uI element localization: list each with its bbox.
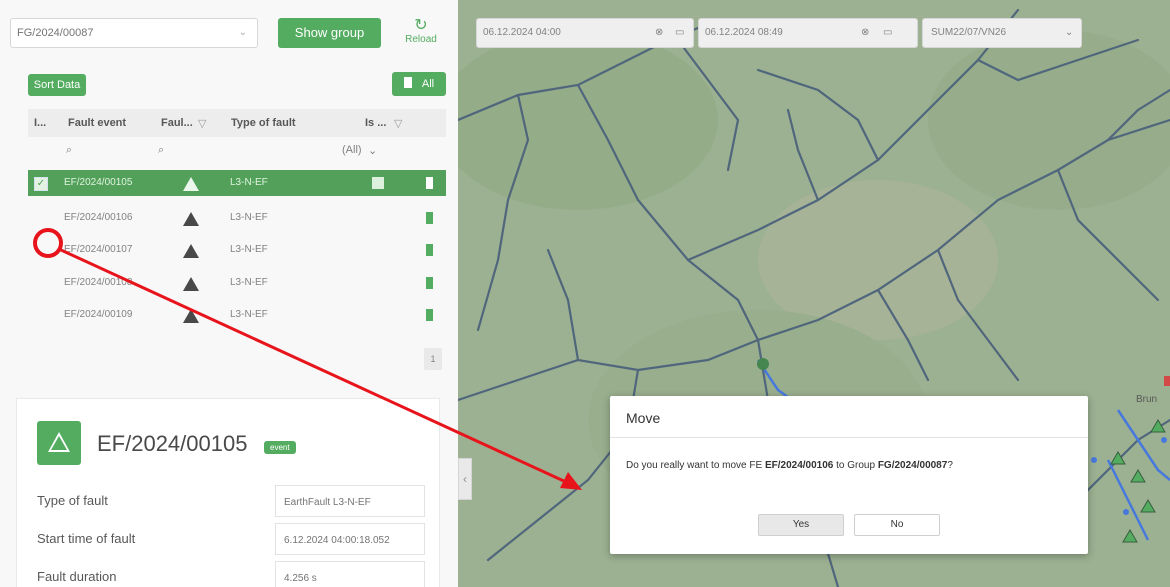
msg-post: ? [947, 460, 953, 471]
field-value: 4.256 s [275, 561, 425, 587]
collapse-panel-button[interactable]: ‹ [458, 458, 472, 500]
table-row[interactable]: ✓ EF/2024/00105 L3-N-EF [28, 170, 446, 196]
detail-title: EF/2024/00105 [97, 431, 248, 456]
warning-icon [183, 309, 199, 323]
column-header-type-of-fault[interactable]: Type of fault [231, 117, 296, 129]
fault-event-cell: EF/2024/00106 [64, 212, 133, 223]
feeder-select[interactable]: SUM22/07/VN26 ⌄ [922, 18, 1082, 48]
warning-icon [37, 421, 81, 465]
table-row[interactable]: EF/2024/00107 L3-N-EF [28, 237, 446, 263]
fault-event-cell: EF/2024/00109 [64, 309, 133, 320]
map-place-label: Brun [1136, 394, 1158, 405]
chevron-down-icon[interactable]: ⌄ [239, 27, 247, 38]
table-row[interactable]: EF/2024/00108 L3-N-EF [28, 270, 446, 296]
warning-icon [183, 177, 199, 191]
feeder-value: SUM22/07/VN26 [931, 27, 1007, 38]
reload-button[interactable]: ↻ Reload [396, 17, 446, 46]
move-dialog: Move Do you really want to move FE EF/20… [610, 396, 1088, 554]
filter-row: ⌕ ⌕ (All) ⌄ [28, 140, 446, 162]
msg-pre: Do you really want to move FE [626, 460, 765, 471]
start-datetime-field[interactable]: 06.12.2024 04:00 ⊗ ▭ [476, 18, 694, 48]
trash-icon[interactable] [426, 277, 433, 289]
table-row[interactable]: EF/2024/00106 L3-N-EF [28, 205, 446, 231]
filter-icon[interactable]: ▽ [394, 117, 402, 130]
calendar-icon[interactable]: ▭ [675, 27, 684, 38]
chevron-down-icon[interactable]: ⌄ [368, 144, 377, 157]
sort-data-button[interactable]: Sort Data [28, 74, 86, 96]
warning-icon [183, 277, 199, 291]
app-window: FG/2024/00087 ⌄ Show group ↻ Reload Sort… [0, 0, 1170, 587]
column-header-fault-event[interactable]: Fault event [68, 117, 126, 129]
column-header-i[interactable]: I... [34, 117, 46, 129]
field-label: Fault duration [37, 569, 117, 584]
no-button[interactable]: No [854, 514, 940, 536]
field-label: Start time of fault [37, 531, 136, 546]
chevron-down-icon[interactable]: ⌄ [1065, 27, 1073, 38]
end-datetime-field[interactable]: 06.12.2024 08:49 ⊗ ▭ [698, 18, 918, 48]
is-filter-select[interactable]: (All) [342, 144, 362, 156]
trash-icon [403, 77, 412, 88]
group-select[interactable]: FG/2024/00087 ⌄ [10, 18, 258, 48]
clear-icon[interactable]: ⊗ [655, 27, 663, 38]
column-header-fault[interactable]: Faul... [161, 117, 193, 129]
show-group-button[interactable]: Show group [278, 18, 381, 48]
msg-group: FG/2024/00087 [877, 460, 948, 471]
search-icon[interactable]: ⌕ [66, 144, 72, 157]
column-header-is[interactable]: Is ... [365, 117, 386, 129]
refresh-icon: ↻ [414, 17, 428, 34]
type-cell: L3-N-EF [230, 244, 268, 255]
fault-event-cell: EF/2024/00107 [64, 244, 133, 255]
trash-icon[interactable] [426, 244, 433, 256]
warning-icon [183, 212, 199, 226]
type-cell: L3-N-EF [230, 309, 268, 320]
dialog-message: Do you really want to move FE EF/2024/00… [626, 460, 953, 471]
filter-icon[interactable]: ▽ [198, 117, 206, 130]
table-header: I... Fault event Faul... ▽ Type of fault… [28, 109, 446, 137]
row-checkbox[interactable]: ✓ [34, 177, 48, 191]
calendar-icon[interactable]: ▭ [883, 27, 892, 38]
type-cell: L3-N-EF [230, 277, 268, 288]
msg-mid: to Group [833, 460, 878, 471]
yes-button[interactable]: Yes [758, 514, 844, 536]
reload-label: Reload [405, 34, 437, 45]
is-checkbox[interactable] [372, 177, 384, 189]
search-icon[interactable]: ⌕ [158, 144, 164, 157]
dialog-title: Move [610, 396, 1088, 438]
start-datetime-value: 06.12.2024 04:00 [483, 27, 561, 38]
type-cell: L3-N-EF [230, 177, 268, 188]
warning-icon [183, 244, 199, 258]
end-datetime-value: 06.12.2024 08:49 [705, 27, 783, 38]
fault-detail-card: EF/2024/00105 event Type of fault EarthF… [16, 398, 440, 587]
fault-event-cell: EF/2024/00105 [64, 177, 133, 188]
all-button[interactable]: All [392, 72, 446, 96]
trash-icon[interactable] [426, 309, 433, 321]
all-label: All [421, 78, 435, 90]
trash-icon[interactable] [426, 177, 433, 189]
table-row[interactable]: EF/2024/00109 L3-N-EF [28, 302, 446, 328]
field-value: 6.12.2024 04:00:18.052 [275, 523, 425, 555]
trash-icon[interactable] [426, 212, 433, 224]
type-cell: L3-N-EF [230, 212, 268, 223]
clear-icon[interactable]: ⊗ [861, 27, 869, 38]
fault-event-cell: EF/2024/00108 [64, 277, 133, 288]
group-select-value: FG/2024/00087 [17, 27, 94, 39]
fault-panel: FG/2024/00087 ⌄ Show group ↻ Reload Sort… [0, 0, 458, 587]
pager-button[interactable]: 1 [424, 348, 442, 370]
field-value: EarthFault L3-N-EF [275, 485, 425, 517]
field-label: Type of fault [37, 493, 108, 508]
event-badge: event [264, 441, 296, 454]
msg-event: EF/2024/00106 [764, 460, 834, 471]
